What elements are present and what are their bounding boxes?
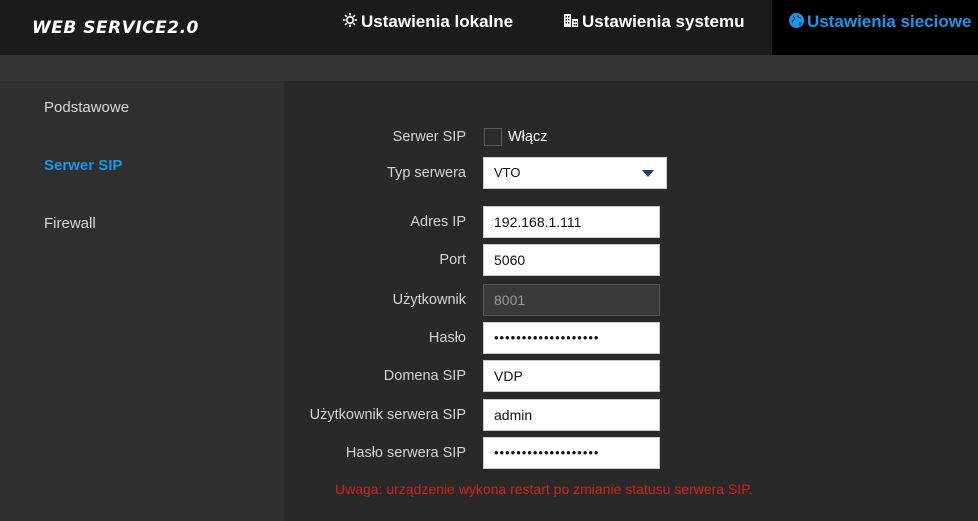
ip-address-row: Adres IP	[284, 206, 978, 238]
settings-panel: Serwer SIP Włącz Typ serwera VTO Adres I…	[284, 81, 978, 521]
tab-network-settings-label: Ustawienia sieciowe	[807, 12, 972, 31]
user-label: Użytkownik	[392, 292, 466, 308]
server-password-label: Hasło serwera SIP	[345, 445, 466, 461]
server-type-select[interactable]: VTO	[483, 157, 667, 189]
server-user-label: Użytkownik serwera SIP	[309, 407, 466, 423]
sidebar-item-sip-server[interactable]: Serwer SIP	[44, 157, 122, 174]
sidebar-item-basic[interactable]: Podstawowe	[44, 99, 129, 116]
gear-icon	[342, 12, 358, 33]
app-logo: WEB SERVICE2.0	[32, 18, 199, 38]
password-input[interactable]: •••••••••••••••••••	[483, 322, 660, 354]
sip-server-label: Serwer SIP	[392, 129, 466, 145]
sip-domain-input[interactable]	[483, 360, 660, 392]
sip-domain-label: Domena SIP	[383, 368, 466, 384]
port-label: Port	[439, 252, 466, 268]
tab-local-settings-label: Ustawienia lokalne	[361, 12, 514, 31]
ip-address-input[interactable]	[483, 206, 660, 238]
top-bar: WEB SERVICE2.0 Ustawienia lokalne Ustawi…	[0, 0, 978, 55]
user-input	[483, 284, 660, 316]
sip-domain-row: Domena SIP	[284, 360, 978, 392]
tab-network-settings[interactable]: Ustawienia sieciowe	[772, 0, 978, 55]
server-user-input[interactable]	[483, 399, 660, 431]
server-password-input[interactable]: •••••••••••••••••••	[483, 437, 660, 469]
sip-server-row: Serwer SIP Włącz	[284, 121, 978, 153]
building-icon	[563, 12, 579, 33]
server-type-value: VTO	[494, 165, 521, 180]
tab-system-settings-label: Ustawienia systemu	[582, 12, 745, 31]
server-type-label: Typ serwera	[387, 165, 466, 181]
sub-header-strip	[0, 55, 978, 81]
port-input[interactable]	[483, 244, 660, 276]
chevron-down-icon	[642, 170, 654, 177]
ip-address-label: Adres IP	[410, 214, 466, 230]
sip-enable-checkbox[interactable]	[484, 128, 502, 146]
password-label: Hasło	[428, 330, 466, 346]
user-row: Użytkownik	[284, 284, 978, 316]
password-row: Hasło •••••••••••••••••••	[284, 322, 978, 354]
globe-icon	[788, 12, 805, 34]
server-type-row: Typ serwera VTO	[284, 157, 978, 189]
sidebar-item-firewall[interactable]: Firewall	[44, 215, 96, 232]
server-user-row: Użytkownik serwera SIP	[284, 399, 978, 431]
sip-enable-label[interactable]: Włącz	[508, 121, 547, 153]
warning-message: Uwaga: urządzenie wykona restart po zmia…	[335, 481, 753, 497]
server-password-row: Hasło serwera SIP •••••••••••••••••••	[284, 437, 978, 469]
port-row: Port	[284, 244, 978, 276]
sidebar: Podstawowe Serwer SIP Firewall	[0, 81, 284, 521]
tab-local-settings[interactable]: Ustawienia lokalne	[342, 0, 513, 55]
tab-system-settings[interactable]: Ustawienia systemu	[563, 0, 745, 55]
